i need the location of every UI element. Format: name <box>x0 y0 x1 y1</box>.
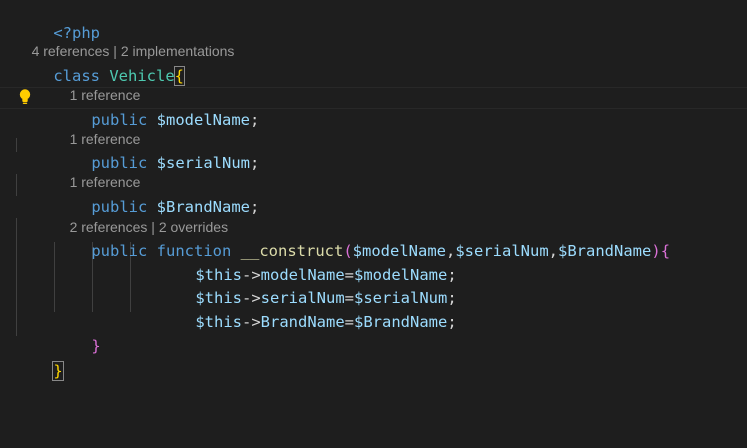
paren-close: ) <box>651 242 661 260</box>
comma: , <box>548 242 559 260</box>
constructor-close-brace: } <box>91 337 101 355</box>
code-line-assign-modelname[interactable]: $this->modelName=$modelName; <box>158 242 456 284</box>
code-line-property-modelname[interactable]: public $modelName; <box>54 87 259 129</box>
param-brandname: $BrandName <box>558 242 652 260</box>
code-line-class-declaration[interactable]: class Vehicle{ <box>16 43 186 86</box>
this-variable: $this <box>195 313 242 331</box>
param-serialnum: $serialNum <box>455 242 549 260</box>
public-keyword: public <box>91 242 148 260</box>
arrow-operator: -> <box>242 313 261 331</box>
codelens-modelname: 1 reference <box>54 68 141 103</box>
semicolon: ; <box>250 154 260 172</box>
lightbulb-icon[interactable] <box>17 88 33 106</box>
semicolon: ; <box>250 111 260 129</box>
codelens-brandname: 1 reference <box>54 155 141 190</box>
code-line-php-open[interactable]: <?php <box>16 0 100 42</box>
indent-guide <box>16 218 17 336</box>
property-modelname: $modelName <box>156 111 250 129</box>
indent-guide <box>16 174 17 196</box>
value-brandname: $BrandName <box>354 313 448 331</box>
codelens-serialnum: 1 reference <box>54 112 141 147</box>
indent-guide <box>16 138 17 152</box>
semicolon: ; <box>250 198 260 216</box>
class-open-brace: { <box>173 66 186 86</box>
code-line-constructor-signature[interactable]: public function __construct($modelName,$… <box>54 218 670 260</box>
code-line-property-brandname[interactable]: public $BrandName; <box>54 174 259 216</box>
code-line-assign-brandname[interactable]: $this->BrandName=$BrandName; <box>158 289 456 331</box>
code-line-assign-serialnum[interactable]: $this->serialNum=$serialNum; <box>158 265 456 307</box>
code-line-class-close[interactable]: } <box>16 338 64 381</box>
codelens-constructor: 2 references | 2 overrides <box>54 200 229 235</box>
property-serialnum: $serialNum <box>156 154 250 172</box>
property-access-brandname: BrandName <box>260 313 345 331</box>
semicolon: ; <box>447 313 457 331</box>
code-editor[interactable]: <?php 4 references | 2 implementations c… <box>0 0 747 448</box>
code-line-property-serialnum[interactable]: public $serialNum; <box>54 130 259 172</box>
assign-operator: = <box>344 313 355 331</box>
class-close-brace: } <box>52 361 64 381</box>
codelens-class: 4 references | 2 implementations <box>16 24 235 59</box>
constructor-open-brace: { <box>660 242 671 260</box>
code-line-constructor-close[interactable]: } <box>54 313 100 355</box>
